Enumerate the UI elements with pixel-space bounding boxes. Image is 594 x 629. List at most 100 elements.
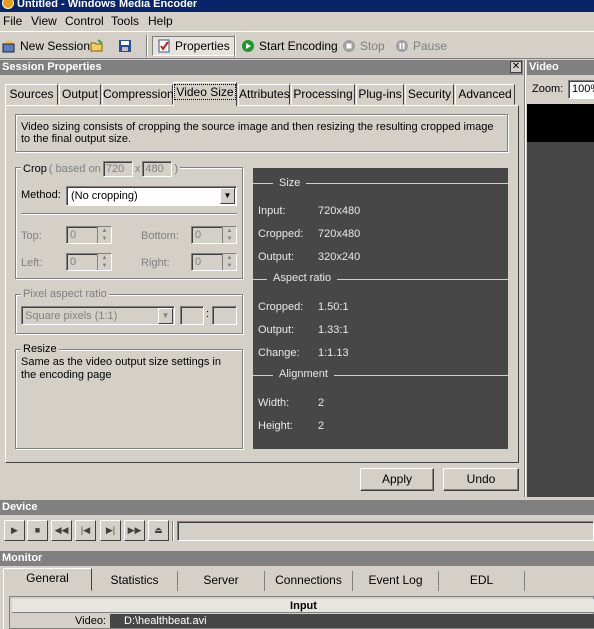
- input-label: Input:: [258, 205, 286, 217]
- ar-output-label: Output:: [258, 324, 295, 336]
- previous-icon[interactable]: |◀: [75, 520, 96, 541]
- tab-label: Security: [407, 87, 452, 101]
- output-value: 320x240: [318, 251, 361, 263]
- open-button[interactable]: [90, 36, 108, 56]
- toolbar: New Session Properties Start Encoding St…: [0, 31, 594, 59]
- properties-icon: [158, 39, 170, 53]
- aspect-ratio-title: Aspect ratio: [267, 272, 338, 284]
- menu-tools[interactable]: Tools: [111, 14, 139, 28]
- tab-general[interactable]: General: [3, 568, 92, 591]
- cropped-value: 720x480: [318, 228, 361, 240]
- eject-icon[interactable]: ⏏: [148, 520, 169, 541]
- chevron-down-icon[interactable]: ▼: [158, 308, 173, 324]
- tab-compression[interactable]: Compression: [102, 84, 174, 105]
- device-separator: [172, 521, 174, 541]
- ar-cropped-value: 1.50:1: [318, 301, 349, 313]
- chevron-down-icon[interactable]: ▼: [220, 188, 235, 204]
- pixel-aspect-num-field[interactable]: [180, 306, 204, 325]
- tab-edl[interactable]: EDL: [439, 571, 525, 591]
- menu-file[interactable]: File: [3, 14, 22, 28]
- tab-attributes[interactable]: Attributes: [238, 84, 290, 105]
- properties-button[interactable]: Properties: [152, 36, 235, 56]
- tab-label: Statistics: [110, 573, 159, 587]
- stop-circle-icon: [343, 40, 355, 52]
- stop-label: Stop: [360, 39, 385, 53]
- pixel-aspect-den-field[interactable]: [212, 306, 237, 325]
- video-panel-header: Video: [527, 60, 594, 75]
- spinner-icon[interactable]: ▲ ▼: [222, 254, 236, 270]
- splitter[interactable]: [524, 60, 526, 497]
- start-encoding-label: Start Encoding: [259, 39, 338, 53]
- video-preview-black: [527, 104, 594, 142]
- tab-label: General: [26, 571, 69, 585]
- zoom-select[interactable]: 100%: [568, 80, 594, 99]
- rewind-icon[interactable]: ◀◀: [51, 520, 72, 541]
- start-encoding-button[interactable]: Start Encoding: [241, 36, 338, 56]
- based-width-field: 720: [102, 161, 133, 177]
- play-circle-icon: [242, 40, 254, 52]
- stop-button[interactable]: Stop: [342, 36, 385, 56]
- monitor-header: Monitor: [0, 551, 594, 566]
- title-bar: Untitled - Windows Media Encoder: [0, 0, 594, 12]
- pause-label: Pause: [413, 39, 448, 53]
- toolbar-separator: [146, 35, 148, 57]
- cropped-label: Cropped:: [258, 228, 304, 240]
- menu-view[interactable]: View: [31, 14, 57, 28]
- save-button[interactable]: [118, 36, 136, 56]
- output-label: Output:: [258, 251, 295, 263]
- tab-label: Output: [61, 87, 99, 101]
- tab-connections[interactable]: Connections: [265, 571, 353, 591]
- tab-sources[interactable]: Sources: [5, 84, 58, 105]
- right-field[interactable]: 0 ▲ ▼: [191, 253, 237, 271]
- tab-processing[interactable]: Processing: [291, 84, 355, 105]
- tab-advanced[interactable]: Advanced: [455, 84, 515, 105]
- play-icon[interactable]: ▶: [4, 520, 25, 541]
- stop-icon[interactable]: ■: [27, 520, 48, 541]
- spinner-icon[interactable]: ▲ ▼: [97, 254, 111, 270]
- pixel-aspect-select[interactable]: Square pixels (1:1) ▼: [21, 306, 175, 325]
- new-session-icon: [2, 40, 15, 53]
- tab-label: Sources: [9, 87, 54, 101]
- menu-help[interactable]: Help: [148, 14, 173, 28]
- ar-change-value: 1:1.13: [318, 347, 349, 359]
- spinner-icon[interactable]: ▲ ▼: [97, 227, 111, 243]
- right-label: Right:: [141, 257, 170, 269]
- video-source-value: D:\healthbeat.avi: [110, 614, 594, 628]
- bottom-field[interactable]: 0 ▲ ▼: [191, 226, 237, 244]
- video-panel-title: Video: [529, 61, 559, 73]
- tab-server[interactable]: Server: [178, 571, 265, 591]
- tab-label: Attributes: [239, 87, 290, 101]
- open-folder-icon: [90, 39, 103, 52]
- alignment-title: Alignment: [273, 368, 334, 380]
- left-field[interactable]: 0 ▲ ▼: [66, 253, 112, 271]
- width-label: Width:: [258, 397, 290, 409]
- new-session-button[interactable]: New Session: [2, 36, 90, 56]
- bottom-label: Bottom:: [141, 230, 179, 242]
- tab-security[interactable]: Security: [405, 84, 454, 105]
- window-title: Untitled - Windows Media Encoder: [17, 0, 198, 10]
- tab-label: Advanced: [458, 87, 512, 101]
- spinner-icon[interactable]: ▲ ▼: [222, 227, 236, 243]
- tab-output[interactable]: Output: [59, 84, 101, 105]
- method-select[interactable]: (No cropping) ▼: [66, 186, 237, 206]
- based-on-label: ( based on: [48, 163, 101, 175]
- pixel-aspect-value: Square pixels (1:1): [25, 310, 118, 322]
- close-icon[interactable]: ✕: [510, 61, 522, 73]
- tab-event-log[interactable]: Event Log: [353, 571, 439, 591]
- tab-label: Video Size: [174, 84, 236, 100]
- apply-button[interactable]: Apply: [360, 468, 434, 491]
- undo-button[interactable]: Undo: [443, 468, 519, 491]
- tab-plug-ins[interactable]: Plug-ins: [356, 84, 404, 105]
- menu-control[interactable]: Control: [65, 14, 104, 28]
- pause-button[interactable]: Pause: [395, 36, 447, 56]
- fast-forward-icon[interactable]: ▶▶: [124, 520, 145, 541]
- device-header: Device: [0, 500, 594, 515]
- device-timecode-field: [177, 521, 594, 541]
- next-icon[interactable]: ▶|: [100, 520, 121, 541]
- tab-statistics[interactable]: Statistics: [92, 571, 178, 591]
- x-label: x: [134, 163, 141, 175]
- tab-video-size[interactable]: Video Size: [173, 82, 237, 106]
- top-field[interactable]: 0 ▲ ▼: [66, 226, 112, 244]
- divider: [21, 213, 237, 215]
- tab-label: Server: [203, 573, 239, 587]
